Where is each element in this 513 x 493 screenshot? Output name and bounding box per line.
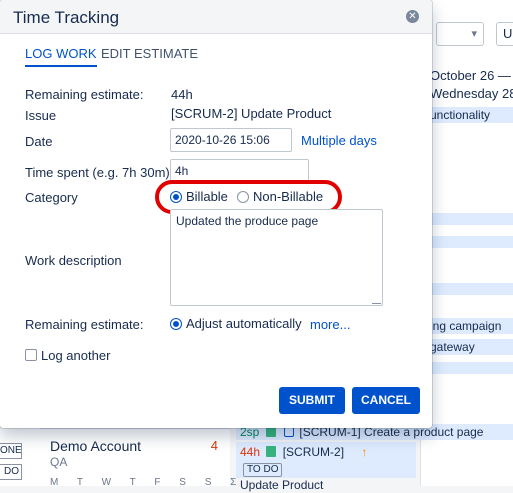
calendar-strip	[420, 213, 513, 225]
tab-edit-estimate[interactable]: EDIT ESTIMATE	[101, 46, 198, 65]
calendar-day-header: Wednesday 28	[430, 86, 513, 101]
story-icon	[266, 446, 277, 457]
person-name: Demo Account	[50, 438, 142, 454]
multiple-days-link[interactable]: Multiple days	[301, 133, 377, 148]
dialog-title: Time Tracking	[13, 8, 120, 27]
calendar-panel	[420, 60, 513, 486]
work-description-input[interactable]: Updated the produce page	[170, 209, 383, 306]
date-label: Date	[25, 134, 53, 149]
cancel-button[interactable]: CANCEL	[352, 387, 420, 414]
chevron-down-icon: ▾	[471, 28, 477, 40]
remaining-adjust-label: Remaining estimate:	[25, 317, 144, 332]
subtask-icon	[284, 427, 295, 437]
calendar-issue-cell[interactable]: unctionality	[420, 107, 513, 123]
issue-row[interactable]: 44h [SCRUM-2] ↑ TO DO Update Product	[236, 442, 416, 492]
priority-up-icon: ↑	[361, 445, 368, 459]
calendar-issue-cell[interactable]: ing campaign	[420, 318, 513, 334]
issue-key: [SCRUM-2]	[282, 445, 345, 459]
remaining-estimate-value: 44h	[171, 87, 193, 102]
log-another-checkbox[interactable]	[25, 349, 37, 361]
person-role: QA	[50, 455, 68, 469]
work-description-label: Work description	[25, 253, 122, 268]
submit-button[interactable]: SUBMIT	[279, 387, 345, 414]
more-link[interactable]: more...	[310, 317, 350, 332]
status-button[interactable]: DO	[0, 464, 22, 480]
resize-handle-icon[interactable]	[372, 295, 381, 304]
issue-label: Issue	[25, 108, 57, 123]
calendar-strip	[420, 362, 513, 374]
background-select-2[interactable]: U	[496, 22, 513, 46]
close-icon[interactable]: ✕	[406, 10, 419, 23]
calendar-date-range: October 26 — N	[430, 68, 513, 83]
log-another-label: Log another	[41, 348, 111, 363]
tab-log-work[interactable]: LOG WORK	[25, 46, 97, 67]
issue-title: Update Product	[240, 478, 324, 492]
calendar-strip	[420, 283, 513, 295]
time-spent-label: Time spent (e.g. 7h 30m)	[25, 165, 170, 180]
weekday-header: M T W T F S S Σ	[50, 477, 245, 488]
adjust-automatically-label: Adjust automatically	[186, 316, 302, 331]
issue-value: [SCRUM-2] Update Product	[171, 106, 332, 121]
date-input[interactable]	[170, 128, 292, 152]
person-row: Demo Account QA 4 M T W T F S S Σ	[40, 428, 236, 488]
adjust-automatically-radio[interactable]: Adjust automatically	[170, 316, 302, 331]
issue-estimate: 44h	[240, 445, 261, 459]
time-tracking-dialog: Time Tracking ✕ LOG WORK EDIT ESTIMATE R…	[0, 0, 432, 428]
calendar-strip	[420, 236, 513, 248]
remaining-estimate-label: Remaining estimate:	[25, 87, 144, 102]
category-label: Category	[25, 190, 78, 205]
status-badge: TO DO	[243, 463, 283, 477]
dialog-header: Time Tracking ✕	[0, 0, 432, 34]
person-count: 4	[210, 438, 218, 453]
status-button[interactable]: ONE	[0, 443, 22, 459]
radio-selected-icon	[170, 318, 182, 330]
background-select-label: U	[503, 26, 513, 41]
calendar-issue-cell[interactable]: gateway	[420, 339, 513, 355]
background-select[interactable]: ▾	[436, 22, 484, 46]
